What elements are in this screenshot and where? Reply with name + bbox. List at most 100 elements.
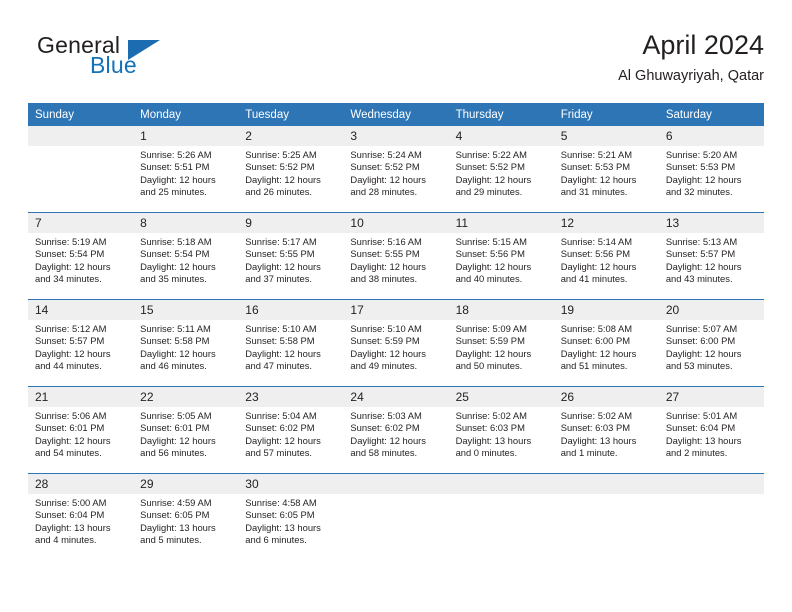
day-cell-empty — [658, 494, 764, 565]
daylight-text-line2: and 40 minutes. — [455, 273, 523, 285]
day-cell[interactable]: Sunrise: 5:26 AM Sunset: 5:51 PM Daylight:… — [133, 146, 239, 211]
daylight-text-line1: Daylight: 13 hours — [455, 434, 532, 446]
sunrise-text: Sunrise: 4:58 AM — [245, 497, 317, 508]
sunset-text: Sunset: 5:54 PM — [140, 248, 210, 260]
day-number[interactable]: 15 — [133, 300, 239, 320]
daylight-text-line1: Daylight: 12 hours — [245, 434, 321, 446]
sunset-text: Sunset: 5:52 PM — [245, 161, 315, 173]
day-number[interactable]: 26 — [553, 387, 659, 407]
daylight-text-line2: and 32 minutes. — [665, 186, 733, 198]
day-number[interactable]: 1 — [133, 126, 239, 146]
sunrise-text: Sunrise: 5:19 AM — [35, 236, 107, 247]
sunset-text: Sunset: 5:51 PM — [140, 161, 210, 173]
week-daynumber-row: 7 8 9 10 11 12 13 — [28, 213, 764, 233]
day-cell[interactable]: Sunrise: 5:20 AM Sunset: 5:53 PM Daylight:… — [658, 146, 764, 211]
daylight-text-line1: Daylight: 12 hours — [140, 347, 216, 359]
day-cell[interactable]: Sunrise: 5:19 AM Sunset: 5:54 PM Daylight:… — [28, 233, 134, 298]
week-info-row: Sunrise: 5:00 AM Sunset: 6:04 PM Daylight:… — [28, 494, 764, 565]
day-cell[interactable]: Sunrise: 5:11 AM Sunset: 5:58 PM Daylight:… — [133, 320, 239, 385]
weekday-header-wednesday: Wednesday — [343, 103, 449, 126]
daylight-text-line2: and 57 minutes. — [245, 447, 312, 459]
day-number[interactable]: 17 — [343, 300, 449, 320]
daylight-text-line2: and 25 minutes. — [140, 186, 207, 198]
day-number[interactable]: 2 — [238, 126, 344, 146]
weekday-header-monday: Monday — [133, 103, 239, 126]
day-number[interactable]: 7 — [28, 213, 134, 233]
day-number[interactable]: 23 — [238, 387, 344, 407]
day-cell[interactable]: Sunrise: 5:03 AM Sunset: 6:02 PM Daylight:… — [343, 407, 449, 472]
day-cell[interactable]: Sunrise: 5:14 AM Sunset: 5:56 PM Daylight:… — [553, 233, 659, 298]
day-number[interactable]: 24 — [343, 387, 449, 407]
daylight-text-line1: Daylight: 12 hours — [35, 434, 111, 446]
day-cell[interactable]: Sunrise: 5:17 AM Sunset: 5:55 PM Daylight:… — [238, 233, 344, 298]
page-header: General Blue April 2024 Al Ghuwayriyah, … — [28, 28, 764, 96]
sunrise-text: Sunrise: 5:26 AM — [140, 149, 212, 160]
day-cell[interactable]: Sunrise: 5:10 AM Sunset: 5:58 PM Daylight:… — [238, 320, 344, 385]
day-number[interactable]: 25 — [448, 387, 554, 407]
day-number[interactable]: 18 — [448, 300, 554, 320]
day-cell[interactable]: Sunrise: 5:13 AM Sunset: 5:57 PM Daylight:… — [658, 233, 764, 298]
day-number-empty — [343, 474, 449, 494]
day-cell[interactable]: Sunrise: 5:04 AM Sunset: 6:02 PM Daylight:… — [238, 407, 344, 472]
day-number[interactable]: 4 — [448, 126, 554, 146]
day-cell[interactable]: Sunrise: 5:22 AM Sunset: 5:52 PM Daylight:… — [448, 146, 554, 211]
daylight-text-line2: and 58 minutes. — [350, 447, 418, 459]
day-cell[interactable]: Sunrise: 5:02 AM Sunset: 6:03 PM Daylight:… — [448, 407, 554, 472]
day-cell[interactable]: Sunrise: 5:12 AM Sunset: 5:57 PM Daylight:… — [28, 320, 134, 385]
day-cell[interactable]: Sunrise: 5:10 AM Sunset: 5:59 PM Daylight:… — [343, 320, 449, 385]
day-number[interactable]: 27 — [658, 387, 764, 407]
day-number[interactable]: 22 — [133, 387, 239, 407]
day-cell[interactable]: Sunrise: 5:18 AM Sunset: 5:54 PM Daylight:… — [133, 233, 239, 298]
day-cell[interactable]: Sunrise: 4:58 AM Sunset: 6:05 PM Daylight:… — [238, 494, 344, 565]
day-cell[interactable]: Sunrise: 5:01 AM Sunset: 6:04 PM Daylight:… — [658, 407, 764, 472]
day-cell[interactable]: Sunrise: 5:06 AM Sunset: 6:01 PM Daylight:… — [28, 407, 134, 472]
page-title: April 2024 — [642, 30, 764, 60]
daylight-text-line2: and 1 minute. — [560, 447, 618, 459]
day-number[interactable]: 11 — [448, 213, 554, 233]
calendar-header-row: Sunday Monday Tuesday Wednesday Thursday… — [28, 103, 764, 126]
daylight-text-line2: and 56 minutes. — [140, 447, 207, 459]
day-number[interactable]: 12 — [553, 213, 659, 233]
daylight-text-line2: and 0 minutes. — [455, 447, 518, 459]
week-daynumber-row: 28 29 30 — [28, 474, 764, 494]
sunrise-text: Sunrise: 5:08 AM — [560, 323, 633, 334]
day-number[interactable]: 20 — [658, 300, 764, 320]
day-cell[interactable]: Sunrise: 5:15 AM Sunset: 5:56 PM Daylight:… — [448, 233, 554, 298]
sunrise-text: Sunrise: 5:14 AM — [560, 236, 633, 247]
day-cell[interactable]: Sunrise: 5:02 AM Sunset: 6:03 PM Daylight:… — [553, 407, 659, 472]
day-number[interactable]: 21 — [28, 387, 134, 407]
day-cell[interactable]: Sunrise: 5:00 AM Sunset: 6:04 PM Daylight:… — [28, 494, 134, 565]
day-number[interactable]: 16 — [238, 300, 344, 320]
day-cell[interactable]: Sunrise: 5:21 AM Sunset: 5:53 PM Daylight:… — [553, 146, 659, 211]
day-cell[interactable]: Sunrise: 4:59 AM Sunset: 6:05 PM Daylight:… — [133, 494, 239, 565]
day-number[interactable]: 19 — [553, 300, 659, 320]
day-cell[interactable]: Sunrise: 5:07 AM Sunset: 6:00 PM Daylight:… — [658, 320, 764, 385]
day-cell[interactable]: Sunrise: 5:25 AM Sunset: 5:52 PM Daylight:… — [238, 146, 344, 211]
day-number[interactable]: 10 — [343, 213, 449, 233]
day-cell[interactable]: Sunrise: 5:05 AM Sunset: 6:01 PM Daylight:… — [133, 407, 239, 472]
day-number[interactable]: 9 — [238, 213, 344, 233]
sunrise-text: Sunrise: 5:11 AM — [140, 323, 211, 334]
sunset-text: Sunset: 5:58 PM — [140, 335, 210, 347]
sunrise-text: Sunrise: 5:04 AM — [245, 410, 317, 421]
day-cell[interactable]: Sunrise: 5:16 AM Sunset: 5:55 PM Daylight:… — [343, 233, 449, 298]
day-cell-empty — [448, 494, 554, 565]
sunset-text: Sunset: 6:03 PM — [455, 422, 525, 434]
daylight-text-line1: Daylight: 13 hours — [245, 521, 321, 533]
day-cell[interactable]: Sunrise: 5:24 AM Sunset: 5:52 PM Daylight:… — [343, 146, 449, 211]
day-number[interactable]: 3 — [343, 126, 449, 146]
day-number[interactable]: 6 — [658, 126, 764, 146]
day-cell-empty — [553, 494, 659, 565]
day-number[interactable]: 14 — [28, 300, 134, 320]
day-number[interactable]: 28 — [28, 474, 134, 494]
day-number[interactable]: 8 — [133, 213, 239, 233]
day-cell[interactable]: Sunrise: 5:09 AM Sunset: 5:59 PM Daylight:… — [448, 320, 554, 385]
daylight-text-line1: Daylight: 13 hours — [560, 434, 637, 446]
day-cell[interactable]: Sunrise: 5:08 AM Sunset: 6:00 PM Daylight:… — [553, 320, 659, 385]
day-number[interactable]: 30 — [238, 474, 344, 494]
day-number[interactable]: 5 — [553, 126, 659, 146]
brand-logo[interactable]: General Blue — [28, 32, 248, 90]
daylight-text-line2: and 53 minutes. — [665, 360, 733, 372]
day-number[interactable]: 13 — [658, 213, 764, 233]
day-number[interactable]: 29 — [133, 474, 239, 494]
